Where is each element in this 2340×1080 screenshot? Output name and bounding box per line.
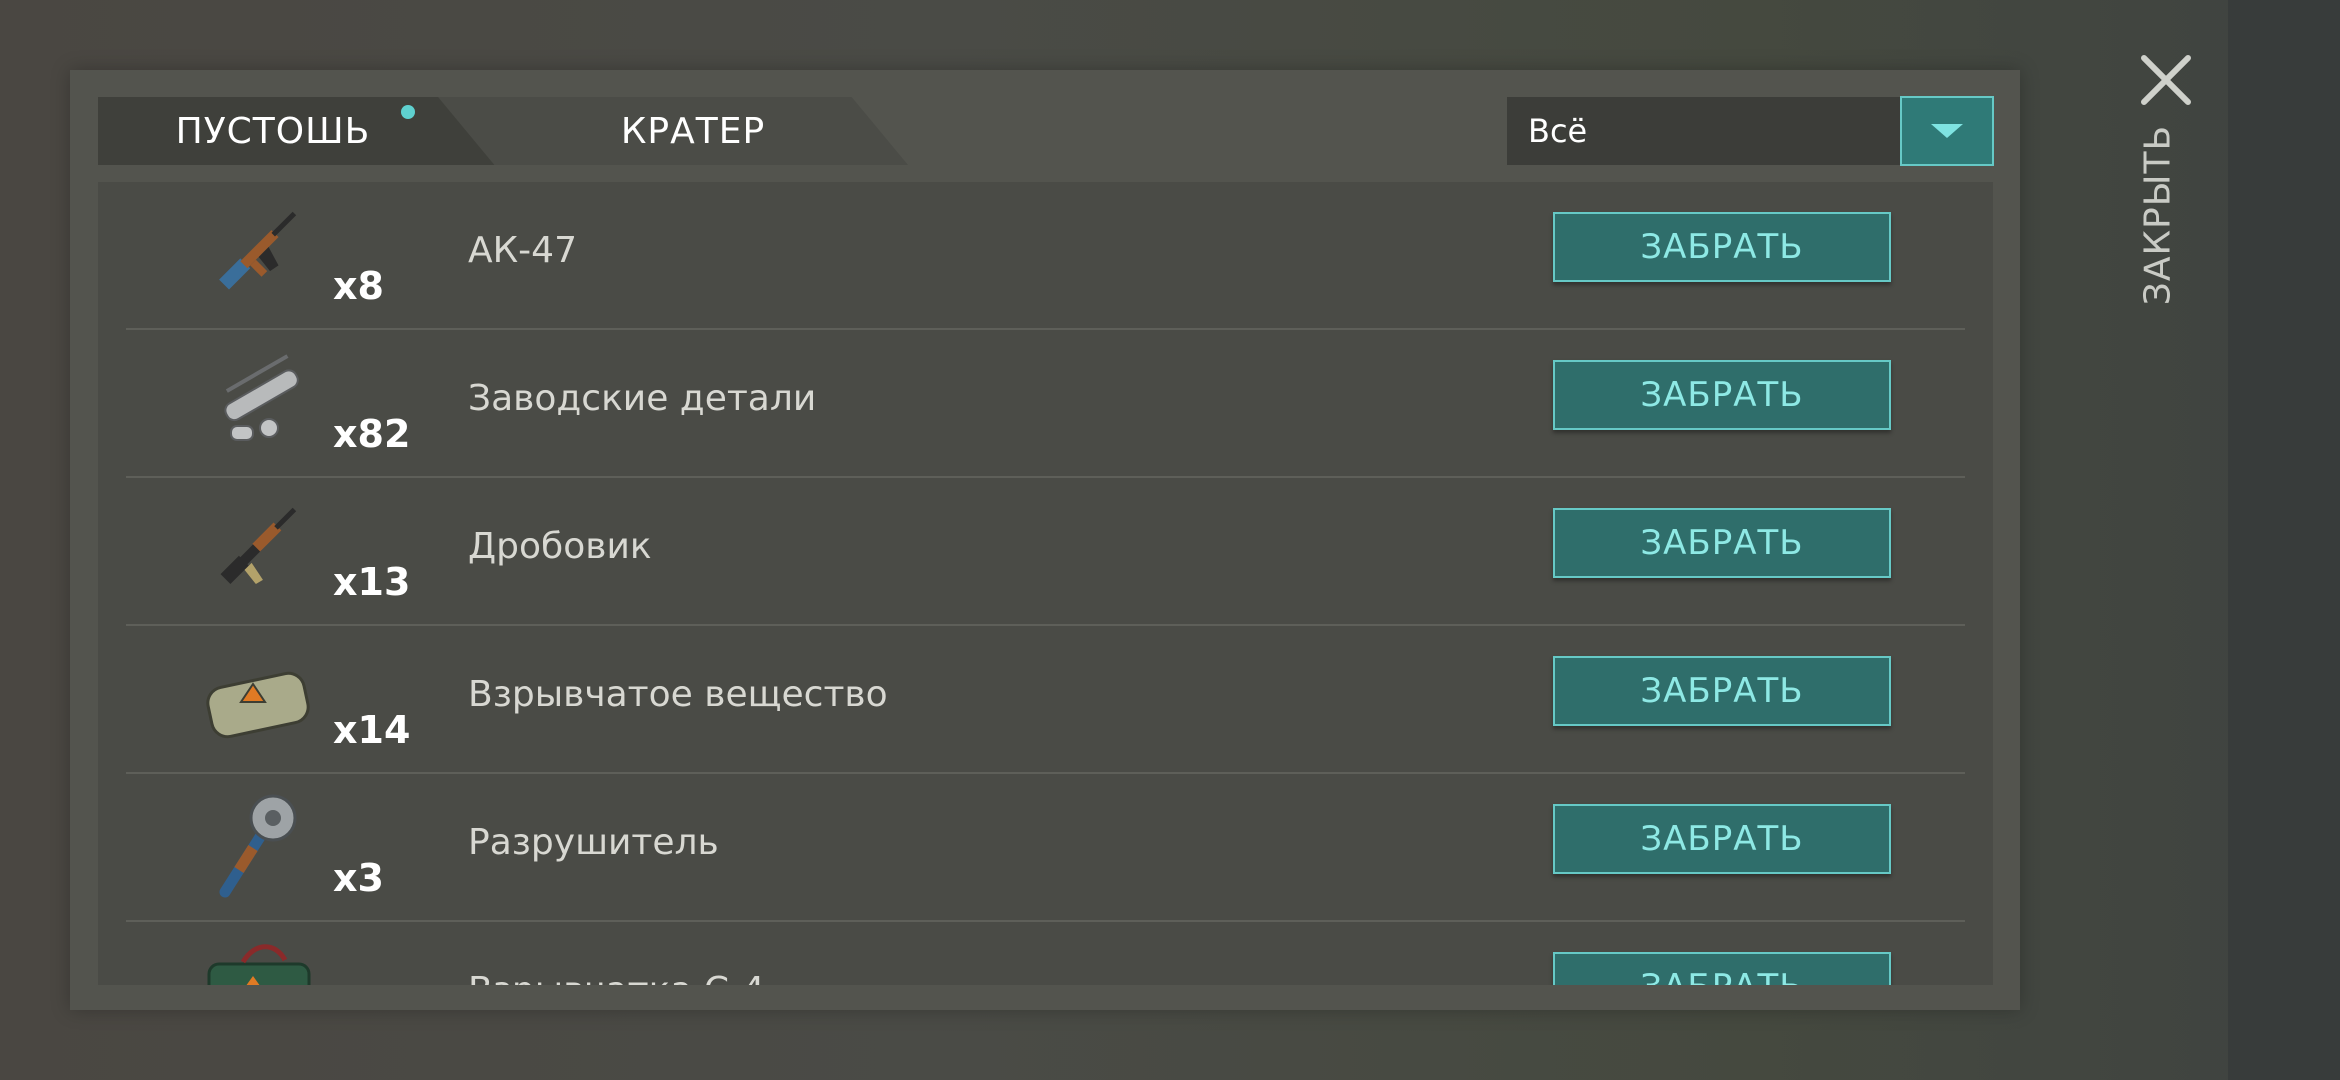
tab-wasteland-label: ПУСТОШЬ bbox=[175, 110, 371, 152]
item-quantity: x14 bbox=[333, 708, 411, 752]
destroyer-mace-icon bbox=[219, 794, 297, 898]
close-label: ЗАКРЫТЬ bbox=[2137, 124, 2179, 306]
tab-crater[interactable]: КРАТЕР bbox=[438, 97, 908, 165]
item-name: Дробовик bbox=[468, 526, 652, 567]
item-quantity: x82 bbox=[333, 412, 411, 456]
take-button[interactable]: ЗАБРАТЬ bbox=[1553, 952, 1891, 985]
take-button[interactable]: ЗАБРАТЬ bbox=[1553, 360, 1891, 430]
list-item: x8 АК-47 ЗАБРАТЬ bbox=[98, 182, 1993, 330]
list-item: x82 Заводские детали ЗАБРАТЬ bbox=[98, 330, 1993, 478]
shotgun-icon bbox=[220, 507, 297, 585]
item-name: Заводские детали bbox=[468, 378, 817, 419]
side-strip bbox=[2228, 0, 2340, 1080]
take-button[interactable]: ЗАБРАТЬ bbox=[1553, 804, 1891, 874]
factory-parts-icon bbox=[224, 354, 299, 441]
chevron-down-icon bbox=[1931, 124, 1963, 138]
item-name: Взрывчатка C-4 bbox=[468, 970, 765, 985]
close-icon[interactable] bbox=[2136, 50, 2196, 110]
take-button[interactable]: ЗАБРАТЬ bbox=[1553, 508, 1891, 578]
ak47-icon bbox=[219, 211, 297, 290]
c4-icon bbox=[207, 944, 311, 985]
item-list[interactable]: x8 АК-47 ЗАБРАТЬ x82 Заводские детали ЗА… bbox=[98, 182, 1993, 985]
item-name: АК-47 bbox=[468, 230, 577, 271]
list-item: x13 Дробовик ЗАБРАТЬ bbox=[98, 478, 1993, 626]
inventory-panel: ПУСТОШЬ КРАТЕР Всё x8 АК-47 ЗАБРАТЬ x82 … bbox=[70, 70, 2020, 1010]
list-item: Взрывчатка C-4 ЗАБРАТЬ bbox=[98, 922, 1993, 985]
item-quantity: x13 bbox=[333, 560, 411, 604]
tab-crater-label: КРАТЕР bbox=[620, 110, 766, 152]
filter-value: Всё bbox=[1528, 112, 1588, 150]
list-item: x3 Разрушитель ЗАБРАТЬ bbox=[98, 774, 1993, 922]
item-name: Взрывчатое вещество bbox=[468, 674, 888, 715]
notification-dot bbox=[401, 105, 415, 119]
list-item: x14 Взрывчатое вещество ЗАБРАТЬ bbox=[98, 626, 1993, 774]
explosive-icon bbox=[206, 671, 310, 739]
take-button[interactable]: ЗАБРАТЬ bbox=[1553, 212, 1891, 282]
take-button[interactable]: ЗАБРАТЬ bbox=[1553, 656, 1891, 726]
filter-dropdown-button[interactable] bbox=[1900, 96, 1994, 166]
item-quantity: x3 bbox=[333, 856, 384, 900]
close-button[interactable]: ЗАКРЫТЬ bbox=[2138, 125, 2179, 305]
item-quantity: x8 bbox=[333, 264, 384, 308]
item-name: Разрушитель bbox=[468, 822, 719, 863]
